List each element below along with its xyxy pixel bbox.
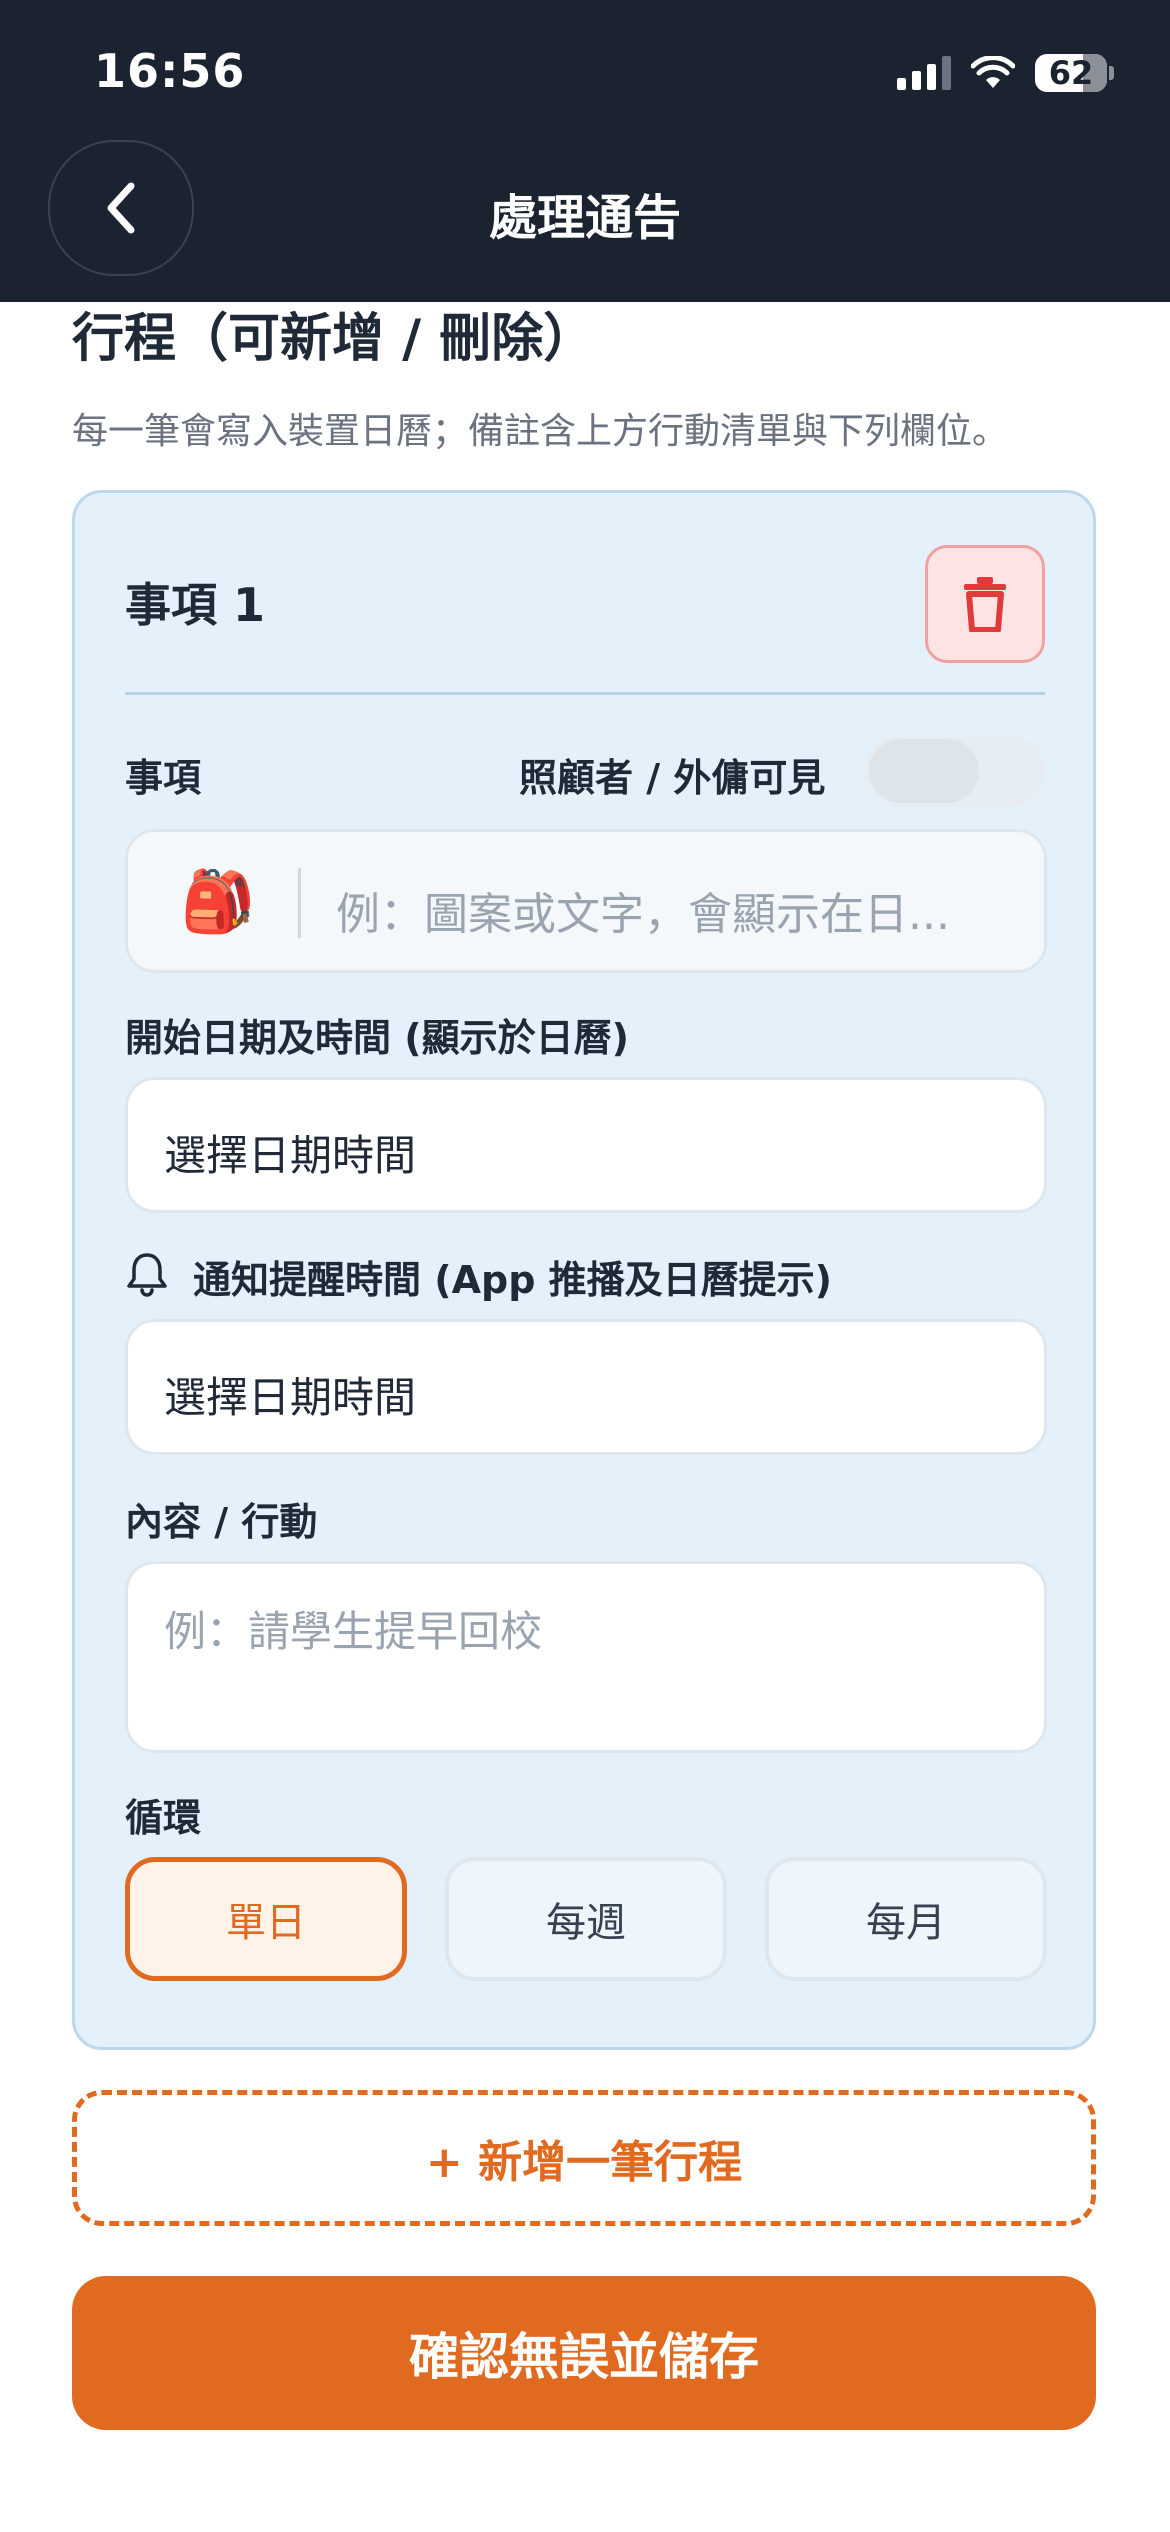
card-divider bbox=[125, 692, 1045, 695]
wifi-icon bbox=[971, 56, 1015, 88]
event-label: 事項 bbox=[125, 756, 202, 800]
start-datetime-label: 開始日期及時間 (顯示於日曆) bbox=[125, 1016, 629, 1060]
cellular-signal-icon bbox=[897, 56, 951, 90]
start-datetime-value: 選擇日期時間 bbox=[164, 1131, 417, 1180]
backpack-icon: 🎒 bbox=[180, 867, 256, 937]
content-placeholder: 例：請學生提早回校 bbox=[164, 1607, 543, 1656]
event-field: 🎒 例：圖案或文字，會顯示在日... bbox=[125, 829, 1047, 973]
bell-icon bbox=[127, 1253, 167, 1297]
event-input[interactable]: 例：圖案或文字，會顯示在日... bbox=[336, 878, 950, 942]
repeat-option-once[interactable]: 單日 bbox=[125, 1857, 407, 1981]
reminder-datetime-value: 選擇日期時間 bbox=[164, 1373, 417, 1422]
toggle-knob bbox=[869, 739, 979, 803]
content-label: 內容 / 行動 bbox=[125, 1500, 318, 1544]
reminder-label: 通知提醒時間 (App 推播及日曆提示) bbox=[193, 1258, 833, 1302]
repeat-selector: 單日 每週 每月 bbox=[125, 1857, 1047, 1981]
content-textarea[interactable]: 例：請學生提早回校 bbox=[125, 1561, 1047, 1753]
delete-item-button[interactable] bbox=[925, 545, 1045, 663]
confirm-save-button[interactable]: 確認無誤並儲存 bbox=[72, 2276, 1096, 2430]
section-subtitle: 每一筆會寫入裝置日曆；備註含上方行動清單與下列欄位。 bbox=[72, 411, 1009, 452]
repeat-label: 循環 bbox=[125, 1796, 202, 1840]
battery-icon: 62 bbox=[1035, 54, 1107, 92]
trash-icon bbox=[964, 577, 1006, 632]
visibility-toggle[interactable] bbox=[865, 735, 1045, 807]
schedule-item-card: 事項 1 事項 照顧者 / 外傭可見 🎒 例：圖案或文字，會顯示在日... 開始… bbox=[72, 490, 1096, 2050]
emoji-separator bbox=[298, 868, 301, 938]
battery-level: 62 bbox=[1048, 54, 1094, 92]
section-title: 行程（可新增 / 刪除） bbox=[72, 309, 596, 369]
emoji-picker-button[interactable]: 🎒 bbox=[168, 858, 268, 946]
repeat-option-weekly[interactable]: 每週 bbox=[445, 1857, 727, 1981]
page-title: 處理通告 bbox=[488, 190, 681, 246]
visibility-label: 照顧者 / 外傭可見 bbox=[519, 756, 826, 800]
repeat-option-monthly[interactable]: 每月 bbox=[765, 1857, 1047, 1981]
add-schedule-button[interactable]: + 新增一筆行程 bbox=[72, 2090, 1096, 2226]
item-title: 事項 1 bbox=[125, 578, 266, 632]
status-icons: 62 bbox=[897, 50, 1114, 96]
reminder-datetime-field[interactable]: 選擇日期時間 bbox=[125, 1319, 1047, 1455]
status-time: 16:56 bbox=[94, 44, 246, 98]
start-datetime-field[interactable]: 選擇日期時間 bbox=[125, 1077, 1047, 1213]
top-bar: 16:56 62 處理通告 bbox=[0, 0, 1170, 302]
